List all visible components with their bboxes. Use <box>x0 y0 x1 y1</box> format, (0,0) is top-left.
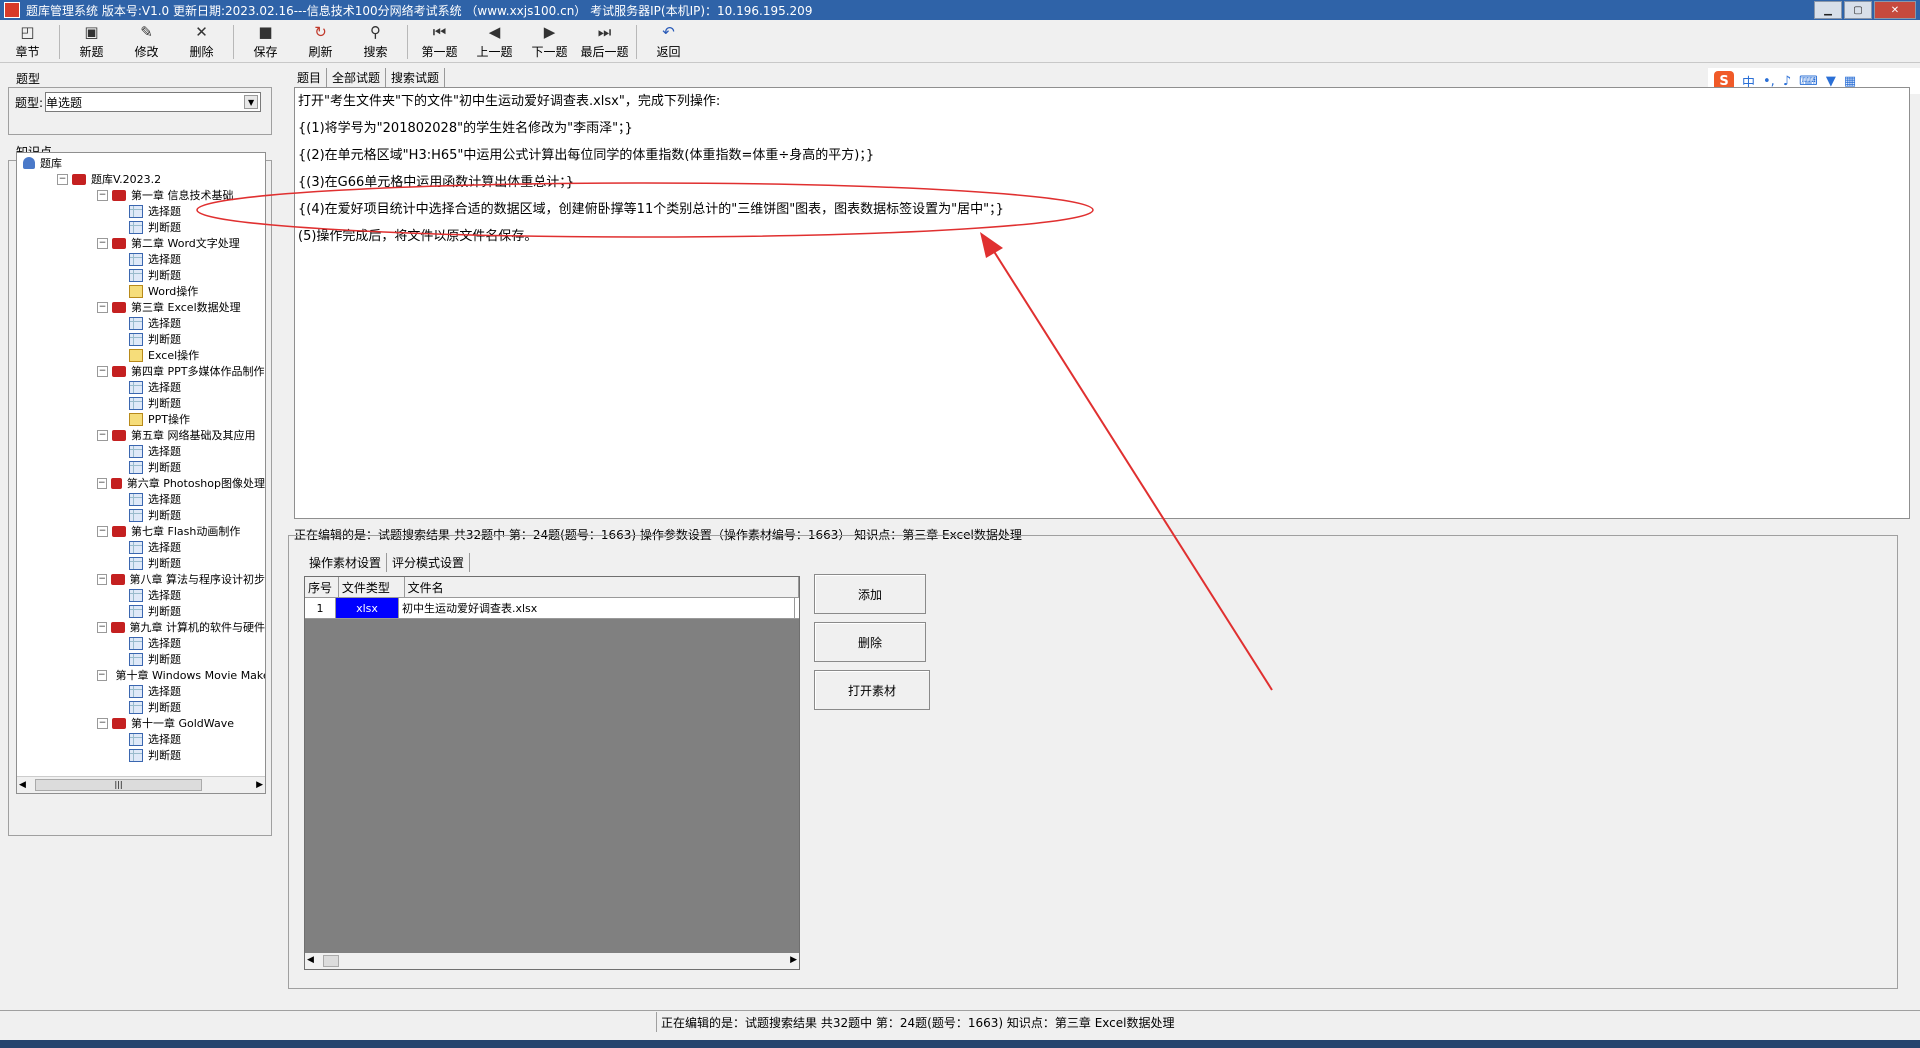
annotation-arrow-head <box>980 232 1003 258</box>
highlight-ellipse <box>196 182 1094 238</box>
status-bar: 正在编辑的是：试题搜索结果 共32题中 第：24题(题号：1663) 知识点：第… <box>0 1010 1920 1033</box>
annotation-arrow-line <box>987 241 1273 691</box>
annotation-overlay <box>196 182 1273 691</box>
windows-taskbar[interactable] <box>0 1040 1920 1048</box>
status-text: 正在编辑的是：试题搜索结果 共32题中 第：24题(题号：1663) 知识点：第… <box>661 1015 1175 1030</box>
